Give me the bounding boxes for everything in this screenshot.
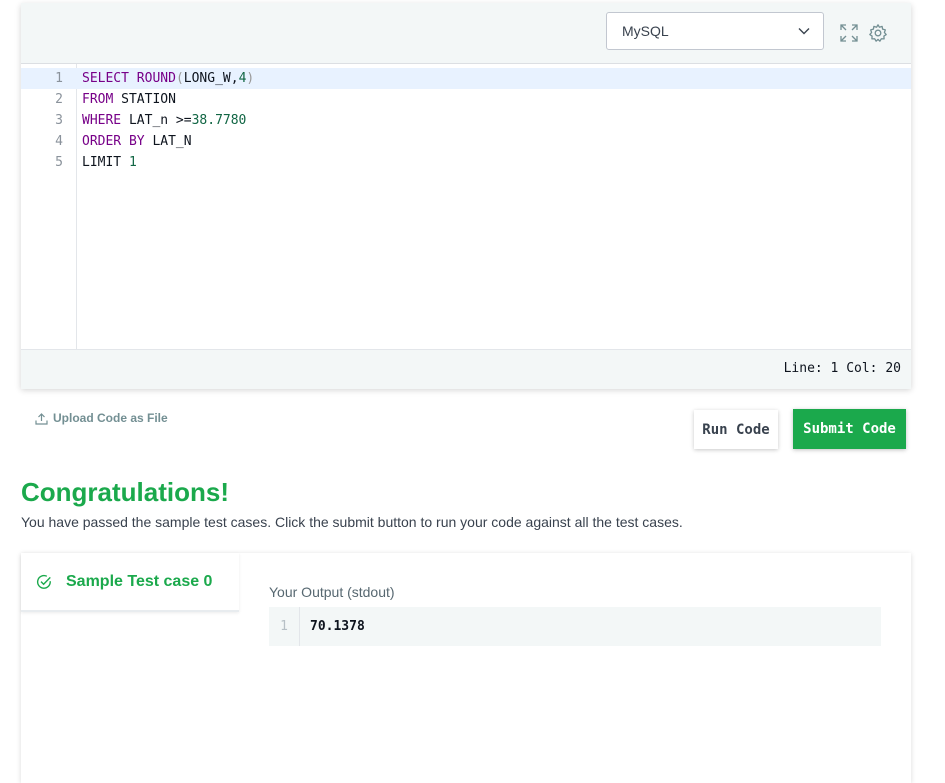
code-editor-panel: MySQL 1 SELECT ROUND(LONG_W,4) 2 FROM STATI… (21, 3, 911, 389)
code-token: ROUND (136, 71, 176, 86)
result-message: You have passed the sample test cases. C… (21, 514, 683, 530)
line-number: 3 (55, 113, 63, 128)
tab-sample-test-case-0[interactable]: Sample Test case 0 (21, 553, 239, 612)
code-token: WHERE (82, 113, 129, 128)
code-token: LAT_N (152, 134, 192, 149)
test-results-panel: Sample Test case 0 Your Output (stdout) … (21, 553, 911, 783)
editor-toolbar: MySQL (21, 3, 911, 64)
result-title: Congratulations! (21, 477, 229, 507)
cursor-position: Line: 1 Col: 20 (783, 361, 901, 376)
settings-icon[interactable] (868, 23, 888, 43)
code-text: WHERE LAT_n >=38.7780 (82, 110, 246, 131)
submit-code-button[interactable]: Submit Code (793, 409, 906, 449)
code-area[interactable]: 1 SELECT ROUND(LONG_W,4) 2 FROM STATION 3 WHE… (21, 64, 911, 349)
code-token: STATION (121, 92, 176, 107)
code-token: ORDER BY (82, 134, 153, 149)
line-number: 1 (55, 71, 63, 86)
output-box: 1 70.1378 (269, 607, 881, 646)
code-token: 38.7780 (191, 113, 247, 128)
line-number: 2 (55, 92, 63, 107)
code-token: LONG_W, (183, 71, 239, 86)
language-select[interactable]: MySQL (606, 12, 824, 50)
code-text: SELECT ROUND(LONG_W,4) (82, 68, 254, 89)
code-line[interactable]: 4 ORDER BY LAT_N (21, 131, 911, 152)
chevron-down-icon (798, 28, 810, 35)
output-value: 70.1378 (310, 619, 365, 634)
code-text: LIMIT 1 (82, 152, 137, 173)
code-token: LIMIT (82, 155, 129, 170)
code-line[interactable]: 3 WHERE LAT_n >=38.7780 (21, 110, 911, 131)
output-line-number: 1 (269, 607, 300, 646)
upload-icon (35, 412, 48, 425)
code-text: FROM STATION (82, 89, 176, 110)
language-select-value: MySQL (622, 23, 669, 39)
code-token: FROM (82, 92, 122, 107)
code-token: LAT_n >= (128, 113, 192, 128)
code-line[interactable]: 2 FROM STATION (21, 89, 911, 110)
line-number: 5 (55, 155, 63, 170)
output-label: Your Output (stdout) (269, 584, 395, 600)
line-number: 4 (55, 134, 63, 149)
upload-code-link[interactable]: Upload Code as File (35, 411, 168, 425)
check-circle-icon (36, 574, 51, 589)
test-case-label: Sample Test case 0 (66, 572, 213, 590)
code-line[interactable]: 1 SELECT ROUND(LONG_W,4) (21, 68, 911, 89)
editor-status-bar: Line: 1 Col: 20 (21, 349, 911, 389)
fullscreen-icon[interactable] (839, 23, 859, 43)
code-text: ORDER BY LAT_N (82, 131, 192, 152)
code-token: ( (175, 71, 184, 86)
code-token: SELECT (82, 71, 137, 86)
code-token: 1 (128, 155, 137, 170)
run-code-button[interactable]: Run Code (694, 410, 778, 449)
code-line[interactable]: 5 LIMIT 1 (21, 152, 911, 173)
code-token: ) (246, 71, 255, 86)
upload-code-label: Upload Code as File (53, 411, 168, 425)
